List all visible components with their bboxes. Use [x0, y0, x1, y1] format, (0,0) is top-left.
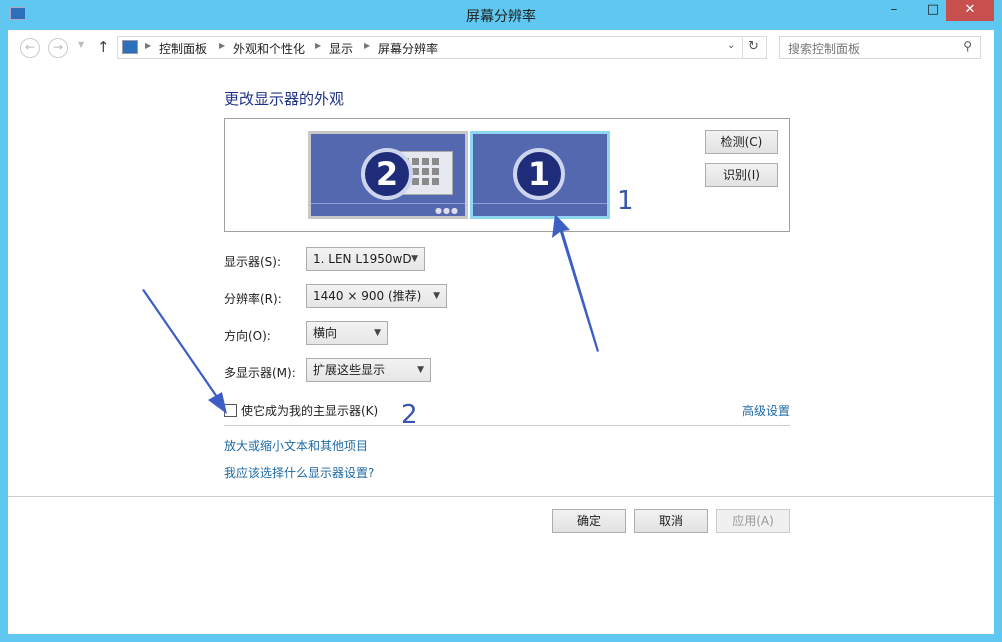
- annotation-arrows: [0, 0, 1002, 642]
- arrow-icon: [552, 214, 599, 352]
- arrow-icon: [142, 289, 227, 414]
